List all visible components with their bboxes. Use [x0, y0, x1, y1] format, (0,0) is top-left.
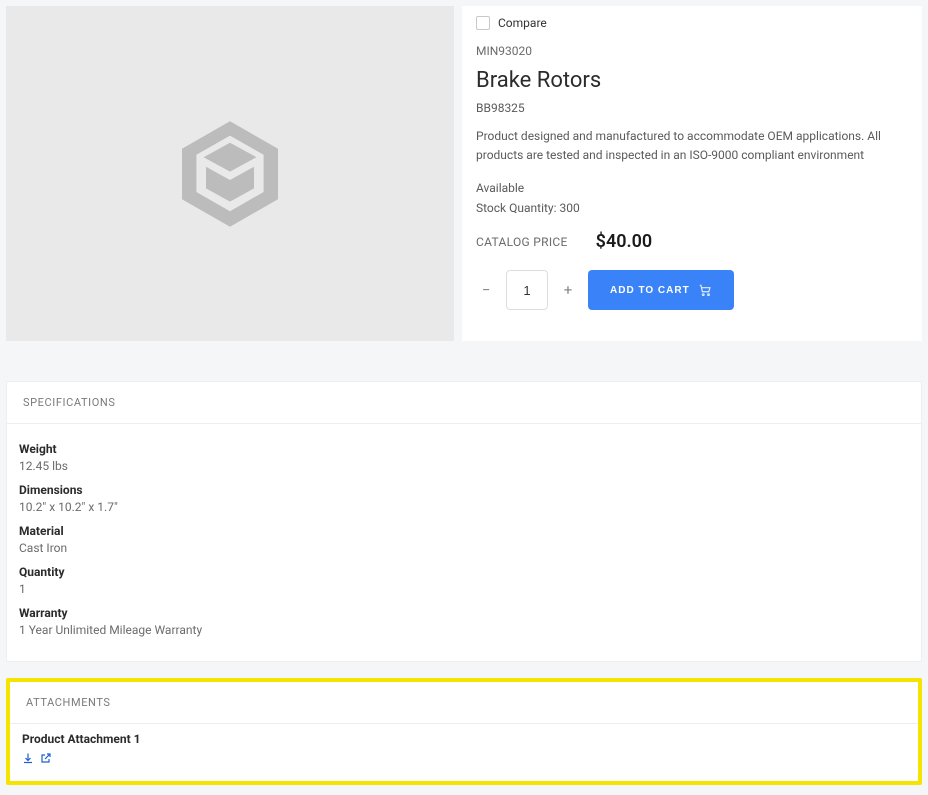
- product-model: BB98325: [476, 101, 908, 115]
- add-to-cart-label: ADD TO CART: [610, 285, 690, 296]
- compare-label: Compare: [498, 16, 547, 30]
- price-label: CATALOG PRICE: [476, 235, 568, 249]
- product-details-panel: Compare MIN93020 Brake Rotors BB98325 Pr…: [462, 6, 922, 341]
- attachments-highlight: ATTACHMENTS Product Attachment 1: [6, 678, 922, 785]
- spec-row: Material Cast Iron: [19, 524, 909, 555]
- spec-label: Quantity: [19, 565, 909, 579]
- spec-row: Quantity 1: [19, 565, 909, 596]
- open-attachment-link[interactable]: [40, 752, 52, 767]
- spec-value: Cast Iron: [19, 541, 909, 555]
- specifications-card: SPECIFICATIONS Weight 12.45 lbs Dimensio…: [6, 381, 922, 662]
- availability-status: Available: [476, 181, 908, 195]
- attachment-title: Product Attachment 1: [22, 732, 906, 746]
- spec-label: Warranty: [19, 606, 909, 620]
- external-link-icon: [40, 752, 52, 764]
- attachments-card: ATTACHMENTS Product Attachment 1: [10, 682, 918, 781]
- compare-checkbox[interactable]: Compare: [476, 16, 547, 30]
- product-title: Brake Rotors: [476, 68, 908, 93]
- decrement-button[interactable]: −: [476, 280, 496, 300]
- package-icon: [170, 114, 290, 234]
- spec-value: 12.45 lbs: [19, 459, 909, 473]
- product-description: Product designed and manufactured to acc…: [476, 127, 908, 165]
- quantity-input[interactable]: [506, 270, 548, 310]
- spec-label: Dimensions: [19, 483, 909, 497]
- spec-value: 10.2" x 10.2" x 1.7": [19, 500, 909, 514]
- checkbox-icon: [476, 16, 490, 30]
- product-image-placeholder: [6, 6, 454, 341]
- cart-icon: [698, 283, 712, 297]
- spec-label: Weight: [19, 442, 909, 456]
- increment-button[interactable]: +: [558, 280, 578, 300]
- stock-quantity: Stock Quantity: 300: [476, 201, 908, 215]
- attachments-heading: ATTACHMENTS: [10, 682, 918, 724]
- spec-row: Weight 12.45 lbs: [19, 442, 909, 473]
- download-attachment-link[interactable]: [22, 752, 34, 767]
- product-sku: MIN93020: [476, 44, 908, 58]
- add-to-cart-button[interactable]: ADD TO CART: [588, 270, 734, 310]
- price-value: $40.00: [596, 231, 653, 252]
- spec-row: Dimensions 10.2" x 10.2" x 1.7": [19, 483, 909, 514]
- download-icon: [22, 752, 34, 764]
- specifications-heading: SPECIFICATIONS: [7, 382, 921, 424]
- spec-row: Warranty 1 Year Unlimited Mileage Warran…: [19, 606, 909, 637]
- spec-label: Material: [19, 524, 909, 538]
- spec-value: 1: [19, 582, 909, 596]
- spec-value: 1 Year Unlimited Mileage Warranty: [19, 623, 909, 637]
